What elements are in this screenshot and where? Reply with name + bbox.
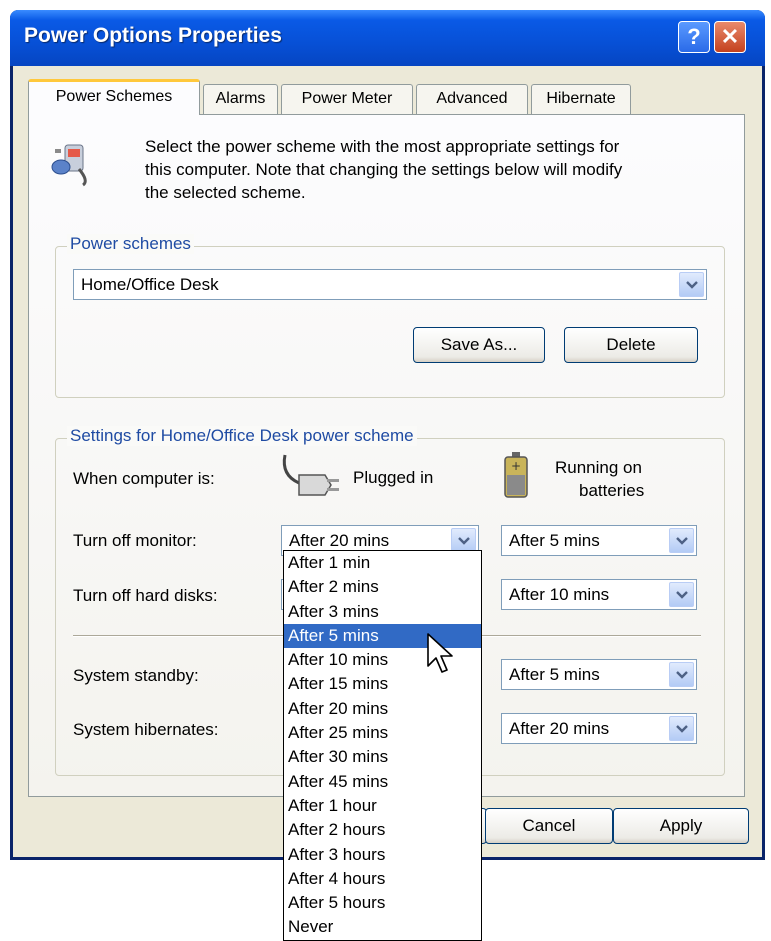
dropdown-option[interactable]: Never bbox=[284, 915, 481, 939]
monitor-battery-select[interactable]: After 5 mins bbox=[501, 525, 697, 556]
chevron-down-icon[interactable] bbox=[679, 272, 704, 297]
dropdown-option[interactable]: After 1 hour bbox=[284, 794, 481, 818]
dropdown-option[interactable]: After 4 hours bbox=[284, 867, 481, 891]
tab-alarms[interactable]: Alarms bbox=[203, 84, 278, 114]
tab-advanced[interactable]: Advanced bbox=[416, 84, 528, 114]
hibernates-battery-select[interactable]: After 20 mins bbox=[501, 713, 697, 744]
help-icon: ? bbox=[687, 24, 701, 49]
help-button[interactable]: ? bbox=[678, 21, 710, 53]
dropdown-option[interactable]: After 1 min bbox=[284, 551, 481, 575]
power-scheme-value: Home/Office Desk bbox=[81, 275, 219, 294]
monitor-plugged-value: After 20 mins bbox=[289, 531, 390, 550]
plugged-in-label: Plugged in bbox=[353, 468, 434, 487]
chevron-down-icon[interactable] bbox=[669, 662, 694, 687]
tab-label: Alarms bbox=[215, 90, 266, 107]
dropdown-option[interactable]: After 2 mins bbox=[284, 575, 481, 599]
running-on-batteries-label-2: batteries bbox=[579, 481, 645, 500]
dropdown-option[interactable]: After 3 hours bbox=[284, 843, 481, 867]
power-plug-computer-icon bbox=[51, 144, 87, 187]
dropdown-option[interactable]: After 30 mins bbox=[284, 745, 481, 769]
dropdown-option[interactable]: After 45 mins bbox=[284, 770, 481, 794]
battery-icon: + bbox=[504, 452, 528, 498]
tab-label: Power Schemes bbox=[55, 88, 173, 105]
cancel-button[interactable]: Cancel bbox=[485, 808, 613, 844]
dropdown-option[interactable]: After 15 mins bbox=[284, 672, 481, 696]
standby-battery-value: After 5 mins bbox=[509, 665, 600, 684]
turn-off-monitor-label: Turn off monitor: bbox=[73, 531, 197, 550]
window-title: Power Options Properties bbox=[24, 24, 282, 47]
save-as-button[interactable]: Save As... bbox=[413, 327, 545, 363]
tab-label: Power Meter bbox=[301, 90, 393, 107]
chevron-down-icon[interactable] bbox=[669, 716, 694, 741]
monitor-battery-value: After 5 mins bbox=[509, 531, 600, 550]
delete-button[interactable]: Delete bbox=[564, 327, 698, 363]
dropdown-option[interactable]: After 2 hours bbox=[284, 818, 481, 842]
svg-text:+: + bbox=[511, 459, 521, 473]
running-on-batteries-label-1: Running on bbox=[555, 458, 642, 477]
mouse-pointer-icon bbox=[427, 633, 453, 673]
tab-label: Advanced bbox=[436, 90, 508, 107]
hard-disks-battery-select[interactable]: After 10 mins bbox=[501, 579, 697, 610]
settings-group-title: Settings for Home/Office Desk power sche… bbox=[67, 426, 417, 446]
chevron-down-icon[interactable] bbox=[669, 582, 694, 607]
hibernates-battery-value: After 20 mins bbox=[509, 719, 610, 738]
close-icon: ✕ bbox=[720, 24, 740, 49]
tab-power-schemes[interactable]: Power Schemes bbox=[28, 79, 200, 115]
intro-text-line-3: the selected scheme. bbox=[145, 183, 306, 202]
tab-power-meter[interactable]: Power Meter bbox=[281, 84, 413, 114]
dropdown-option[interactable]: After 25 mins bbox=[284, 721, 481, 745]
standby-battery-select[interactable]: After 5 mins bbox=[501, 659, 697, 690]
system-standby-label: System standby: bbox=[73, 666, 199, 685]
tab-hibernate[interactable]: Hibernate bbox=[531, 84, 631, 114]
dropdown-option[interactable]: After 20 mins bbox=[284, 697, 481, 721]
intro-text-line-2: this computer. Note that changing the se… bbox=[145, 160, 623, 179]
monitor-plugged-dropdown-list[interactable]: After 1 min After 2 mins After 3 mins Af… bbox=[283, 550, 482, 941]
close-button[interactable]: ✕ bbox=[714, 21, 746, 53]
intro-text-line-1: Select the power scheme with the most ap… bbox=[145, 137, 620, 156]
hard-disks-battery-value: After 10 mins bbox=[509, 585, 610, 604]
dropdown-option[interactable]: After 3 mins bbox=[284, 600, 481, 624]
system-hibernates-label: System hibernates: bbox=[73, 720, 219, 739]
chevron-down-icon[interactable] bbox=[669, 528, 694, 553]
plug-icon bbox=[282, 454, 339, 496]
dropdown-option[interactable]: After 5 hours bbox=[284, 891, 481, 915]
power-schemes-group-title: Power schemes bbox=[67, 234, 194, 254]
tab-label: Hibernate bbox=[546, 90, 616, 107]
apply-button[interactable]: Apply bbox=[613, 808, 749, 844]
turn-off-hard-disks-label: Turn off hard disks: bbox=[73, 586, 218, 605]
when-computer-is-label: When computer is: bbox=[73, 469, 215, 488]
title-bar[interactable]: Power Options Properties ? ✕ bbox=[10, 10, 765, 66]
power-scheme-select[interactable]: Home/Office Desk bbox=[73, 269, 707, 300]
